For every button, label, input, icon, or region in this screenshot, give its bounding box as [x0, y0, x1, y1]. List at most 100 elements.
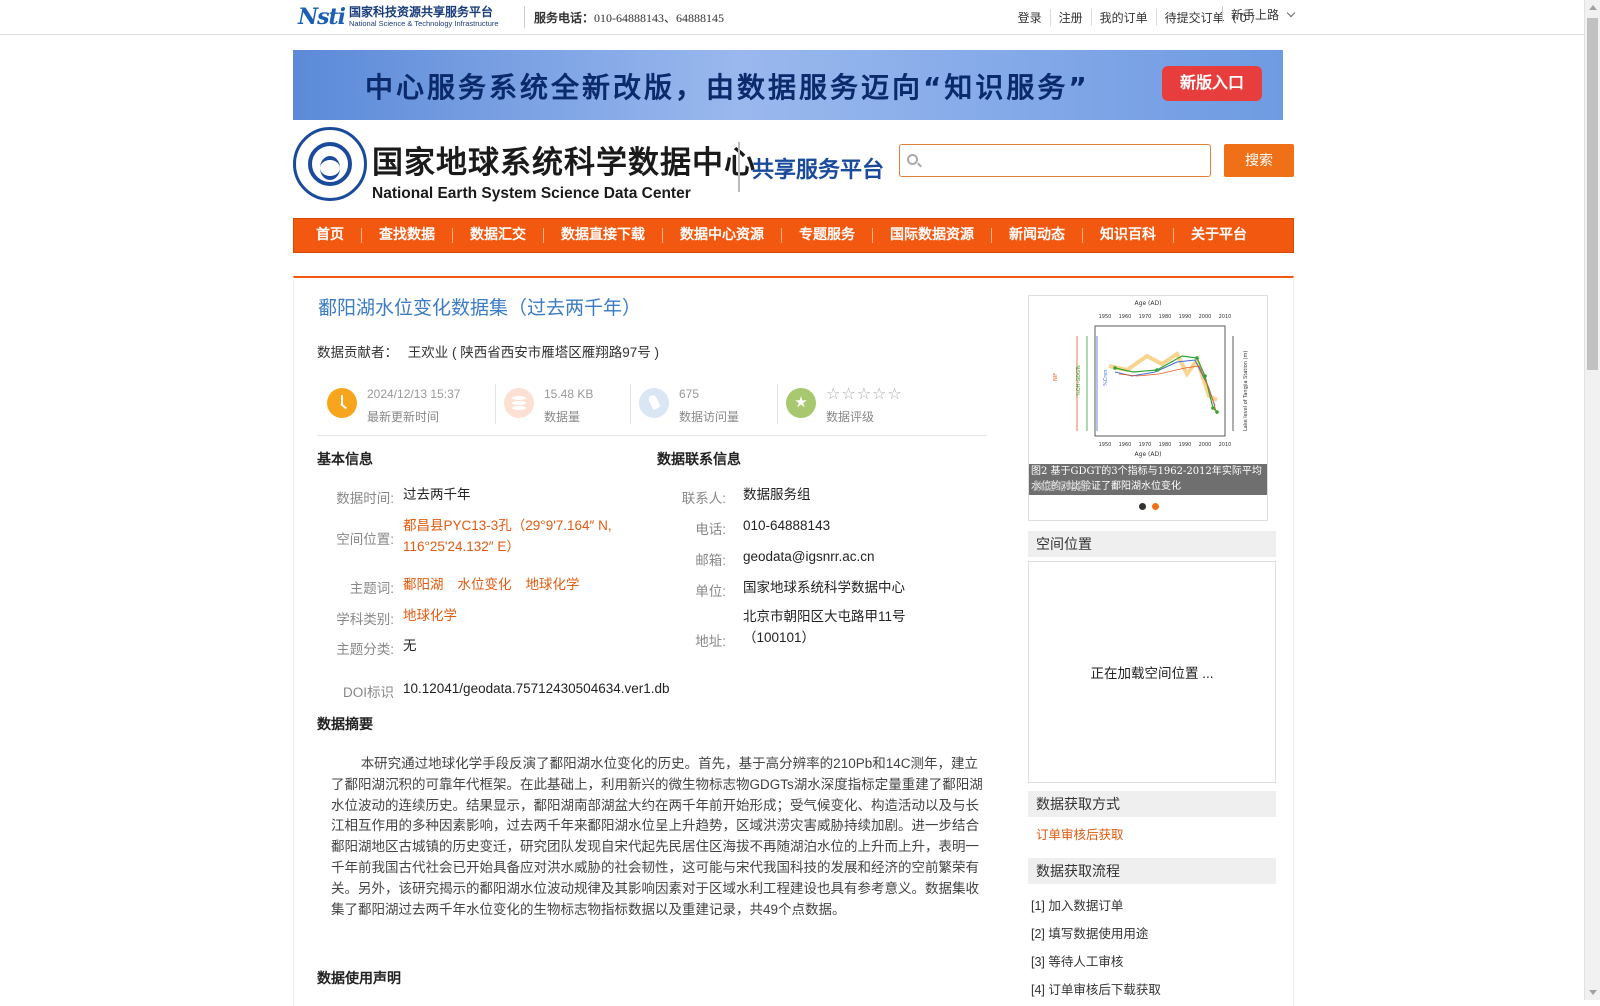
nav-item-encyclopedia[interactable]: 知识百科 [1082, 228, 1173, 243]
usage-statement-heading: 数据使用声明 [317, 970, 401, 986]
thumb-left-label: %Cren [1103, 370, 1109, 386]
login-link[interactable]: 登录 [1010, 9, 1050, 26]
nav-item-news[interactable]: 新闻动态 [991, 228, 1082, 243]
nav-item-center-resources[interactable]: 数据中心资源 [662, 228, 781, 243]
thumb-year-tick: 2010 [1219, 442, 1232, 448]
main-nav: 首页 查找数据 数据汇交 数据直接下载 数据中心资源 专题服务 国际数据资源 新… [293, 218, 1294, 253]
thumbnail-carousel[interactable]: Age (AD) 1950 1960 1970 1980 1990 2000 2010 NI… [1028, 295, 1268, 521]
doi-value[interactable]: 10.12041/geodata.75712430504634.ver1.db [403, 678, 670, 699]
top-bar: Nsti 国家科技资源共享服务平台 National Science & Tec… [0, 0, 1584, 35]
nsti-logo-cn: 国家科技资源共享服务平台 [349, 5, 494, 20]
contributor-value: 王欢业 ( 陕西省西安市雁塔区雁翔路97号 ) [407, 345, 660, 360]
contact-person-value: 数据服务组 [743, 487, 811, 502]
visits-value: 675 [679, 387, 700, 401]
banner-text: 中心服务系统全新改版，由数据服务迈向“知识服务” [365, 71, 1090, 104]
newbie-guide-dropdown[interactable]: 新手上路 [1222, 6, 1296, 23]
rating-stars[interactable]: ☆☆☆☆☆ [826, 384, 903, 404]
spatial-map[interactable]: 正在加载空间位置 ... [1028, 561, 1276, 783]
contact-email-label: 邮箱: [695, 553, 726, 568]
center-seal-logo[interactable] [293, 127, 367, 201]
contact-info-heading: 数据联系信息 [657, 451, 741, 467]
clock-icon [327, 388, 357, 418]
service-phone: 服务电话：010-64888143、64888145 [534, 9, 724, 26]
thumb-year-tick: 1990 [1179, 314, 1192, 320]
contributor: 数据贡献者： 王欢业 ( 陕西省西安市雁塔区雁翔路97号 ) [317, 341, 659, 361]
register-link[interactable]: 注册 [1049, 9, 1091, 26]
category-value: 无 [403, 638, 417, 653]
search-button[interactable]: 搜索 [1224, 144, 1294, 177]
keyword-link[interactable]: 鄱阳湖 [403, 577, 444, 592]
contact-unit-label: 单位: [695, 584, 726, 599]
carousel-dot[interactable] [1139, 503, 1146, 510]
thumb-year-tick: 2000 [1199, 442, 1212, 448]
contact-phone-value: 010-64888143 [743, 518, 831, 533]
nav-item-direct-download[interactable]: 数据直接下载 [543, 228, 662, 243]
search-input[interactable] [924, 148, 1204, 173]
discipline-value[interactable]: 地球化学 [403, 605, 457, 626]
database-icon [504, 388, 534, 418]
rating-label: 数据评级 [826, 410, 875, 424]
keyword-link[interactable]: 地球化学 [526, 577, 580, 592]
center-name: 国家地球系统科学数据中心 National Earth System Scien… [372, 137, 756, 203]
thumb-year-tick: 2000 [1199, 314, 1212, 320]
nav-item-topic-services[interactable]: 专题服务 [781, 228, 872, 243]
contact-unit-value: 国家地球系统科学数据中心 [743, 580, 905, 595]
nav-item-data-submission[interactable]: 数据汇交 [452, 228, 543, 243]
carousel-dots [1139, 503, 1159, 510]
contributor-label: 数据贡献者： [317, 345, 398, 360]
update-time-value: 2024/12/13 15:37 [367, 387, 461, 401]
keyword-link[interactable]: 水位变化 [458, 577, 512, 592]
access-flow-heading: 数据获取流程 [1028, 858, 1276, 884]
nav-item-find-data[interactable]: 查找数据 [361, 228, 452, 243]
thumb-year-tick: 1970 [1139, 314, 1152, 320]
flow-step-3: [3] 等待人工审核 [1031, 955, 1124, 969]
flow-step-4: [4] 订单审核后下载获取 [1031, 983, 1161, 997]
thumbnail-chart: Age (AD) 1950 1960 1970 1980 1990 2000 2010 NI… [1037, 296, 1259, 471]
location-label: 空间位置: [336, 532, 394, 547]
scroll-thumb[interactable] [1587, 18, 1598, 370]
scroll-down-icon[interactable] [1589, 990, 1597, 995]
thumb-right-axis-label: Lake level of Tangjia Station (m) [1243, 351, 1249, 431]
category-label: 主题分类: [336, 642, 394, 657]
scroll-up-icon[interactable] [1589, 5, 1597, 10]
spatial-location-heading: 空间位置 [1028, 531, 1276, 557]
nsti-logo[interactable]: Nsti 国家科技资源共享服务平台 National Science & Tec… [298, 3, 499, 31]
thumb-axis-bottom-label: Age (AD) [1135, 451, 1162, 458]
map-loading-text: 正在加载空间位置 ... [1090, 666, 1214, 681]
newbie-guide-label: 新手上路 [1231, 8, 1280, 22]
thumb-axis-top-label: Age (AD) [1135, 300, 1162, 307]
my-orders-link[interactable]: 我的订单 [1090, 9, 1156, 26]
access-method-link[interactable]: 订单审核后获取 [1036, 824, 1124, 843]
nav-item-about[interactable]: 关于平台 [1173, 228, 1264, 243]
dataset-title: 鄱阳湖水位变化数据集（过去两千年） [318, 297, 642, 319]
location-value[interactable]: 都昌县PYC13-3孔（29°9'7.164″ N, 116°25'24.132… [403, 515, 612, 557]
new-version-button[interactable]: 新版入口 [1162, 66, 1262, 101]
doi-label: DOI标识 [342, 685, 394, 700]
pointer-icon [639, 388, 669, 418]
divider [738, 142, 740, 192]
platform-title: 共享服务平台 [752, 158, 885, 183]
contact-email-value[interactable]: geodata@igsnrr.ac.cn [743, 546, 875, 567]
thumbnail-caption-label: 数据缩略图: [1033, 480, 1092, 493]
data-size-label: 数据量 [544, 410, 581, 424]
center-name-en: National Earth System Science Data Cente… [372, 185, 691, 202]
search-icon [907, 154, 918, 165]
announcement-banner[interactable]: 中心服务系统全新改版，由数据服务迈向“知识服务” 新版入口 [293, 50, 1283, 120]
page-scrollbar[interactable] [1584, 0, 1600, 1000]
nav-item-international-resources[interactable]: 国际数据资源 [872, 228, 991, 243]
basic-info-heading: 基本信息 [317, 451, 373, 467]
nsti-logo-en: National Science & Technology Infrastruc… [349, 19, 499, 29]
abstract-text: 本研究通过地球化学手段反演了鄱阳湖水位变化的历史。首先，基于高分辨率的210Pb… [331, 756, 983, 917]
thumb-left-label: NIF [1053, 373, 1059, 381]
discipline-label: 学科类别: [336, 612, 394, 627]
visits-label: 数据访问量 [679, 410, 740, 424]
search-box [899, 144, 1211, 177]
nav-item-home[interactable]: 首页 [310, 228, 361, 243]
thumb-year-tick: 1980 [1159, 442, 1172, 448]
carousel-dot-active[interactable] [1152, 503, 1159, 510]
nsti-logo-mark: Nsti [298, 4, 346, 30]
data-time-label: 数据时间: [336, 491, 394, 506]
update-time-label: 最新更新时间 [367, 410, 440, 424]
abstract-heading: 数据摘要 [317, 716, 373, 732]
thumb-year-tick: 1990 [1179, 442, 1192, 448]
